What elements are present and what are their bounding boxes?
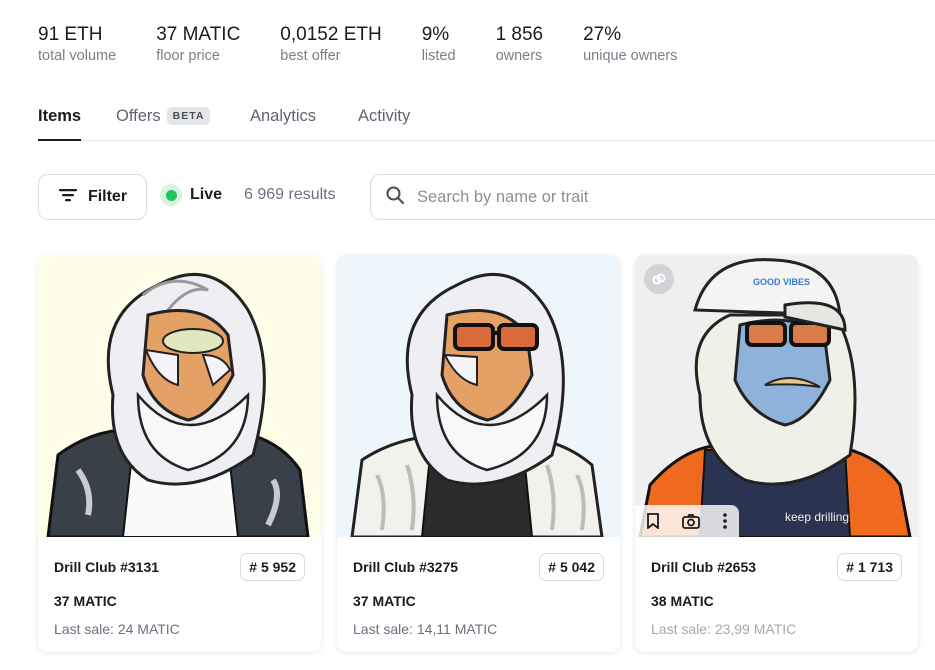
filter-label: Filter xyxy=(87,188,128,205)
tab-label: Activity xyxy=(358,107,411,125)
tab-label: Items xyxy=(38,107,82,125)
stat-value: 0,0152 ETH xyxy=(280,24,382,45)
last-sale: Last sale: 14,11 MATIC xyxy=(353,621,498,637)
nft-image[interactable] xyxy=(337,255,620,537)
search-icon xyxy=(385,185,405,210)
tab-items[interactable]: Items xyxy=(38,104,82,141)
stat-label: total volume xyxy=(38,48,117,64)
stat-owners: 1 856 owners xyxy=(496,24,544,65)
collection-stats: 91 ETH total volume 37 MATIC floor price 0… xyxy=(38,24,717,65)
more-options-icon[interactable] xyxy=(722,512,728,530)
nft-card[interactable]: Drill Club #3275 # 5 042 37 MATIC Last s… xyxy=(337,255,620,652)
nft-price: 38 MATIC xyxy=(651,593,714,609)
live-toggle[interactable]: Live xyxy=(160,184,222,206)
nft-card[interactable]: keep drilling GOOD VIBES Drill Club #265… xyxy=(635,255,918,652)
chain-link-icon[interactable] xyxy=(644,264,674,294)
filter-icon xyxy=(58,187,78,208)
stat-value: 9% xyxy=(421,24,450,45)
stat-listed: 9% listed xyxy=(422,24,456,65)
stat-total-volume: 91 ETH total volume xyxy=(38,24,116,65)
nft-image[interactable]: keep drilling GOOD VIBES xyxy=(635,255,918,537)
stat-label: best offer xyxy=(280,48,341,64)
tab-label: Analytics xyxy=(250,107,317,125)
rarity-rank-badge: # 1 713 xyxy=(837,553,902,581)
nft-card-info: Drill Club #2653 # 1 713 38 MATIC Last s… xyxy=(635,537,918,652)
beta-badge: BETA xyxy=(166,107,211,125)
search-input[interactable] xyxy=(415,186,819,208)
nft-name: Drill Club #2653 xyxy=(651,559,757,575)
nft-price: 37 MATIC xyxy=(54,593,117,609)
tab-activity[interactable]: Activity xyxy=(358,104,410,140)
stat-unique-owners: 27% unique owners xyxy=(583,24,677,65)
stat-label: owners xyxy=(495,48,543,64)
stat-value: 37 MATIC xyxy=(156,24,241,45)
rarity-rank-badge: # 5 952 xyxy=(240,553,305,581)
cap-logo-text: GOOD VIBES xyxy=(753,277,810,287)
nft-price: 37 MATIC xyxy=(353,593,416,609)
live-indicator-icon xyxy=(160,184,182,206)
nft-card[interactable]: Drill Club #3131 # 5 952 37 MATIC Last s… xyxy=(38,255,321,652)
stat-label: floor price xyxy=(156,48,220,64)
tab-label: Offers xyxy=(116,107,161,125)
rarity-rank-badge: # 5 042 xyxy=(539,553,604,581)
nft-name: Drill Club #3131 xyxy=(54,559,160,575)
tab-analytics[interactable]: Analytics xyxy=(250,104,316,140)
stat-value: 27% xyxy=(583,24,622,45)
collection-tabs: Items Offers BETA Analytics Activity xyxy=(38,104,935,141)
stat-best-offer: 0,0152 ETH best offer xyxy=(280,24,381,65)
stat-label: unique owners xyxy=(583,48,678,64)
tab-offers[interactable]: Offers BETA xyxy=(116,104,211,140)
last-sale: Last sale: 23,99 MATIC xyxy=(651,621,797,637)
nft-card-info: Drill Club #3275 # 5 042 37 MATIC Last s… xyxy=(337,537,620,652)
stat-value: 91 ETH xyxy=(38,24,103,45)
stat-value: 1 856 xyxy=(495,24,544,45)
nft-name: Drill Club #3275 xyxy=(353,559,459,575)
stat-floor-price: 37 MATIC floor price xyxy=(156,24,240,65)
nft-image[interactable] xyxy=(38,255,321,537)
card-quick-actions xyxy=(635,505,739,537)
live-label: Live xyxy=(190,186,223,203)
filter-button[interactable]: Filter xyxy=(38,174,147,220)
bookmark-icon[interactable] xyxy=(646,513,660,529)
results-count: 6 969 results xyxy=(244,186,336,203)
last-sale: Last sale: 24 MATIC xyxy=(54,621,180,637)
nft-card-info: Drill Club #3131 # 5 952 37 MATIC Last s… xyxy=(38,537,321,652)
search-box[interactable] xyxy=(370,174,935,220)
stat-label: listed xyxy=(421,48,456,64)
shirt-print-text: keep drilling xyxy=(785,510,849,524)
camera-icon[interactable] xyxy=(682,513,700,529)
